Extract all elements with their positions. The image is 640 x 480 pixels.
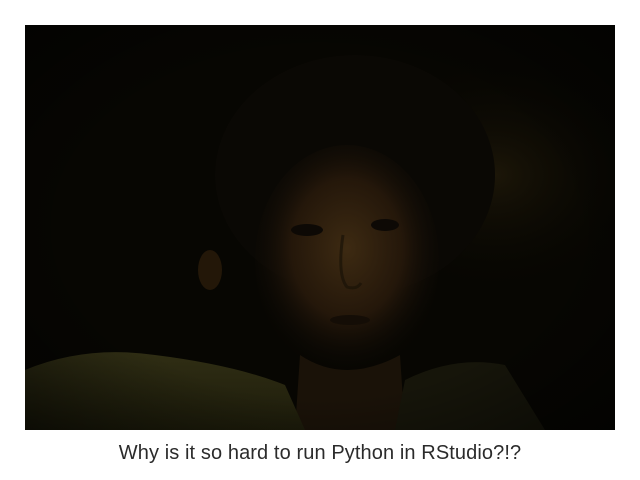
photo-caption: Why is it so hard to run Python in RStud… <box>118 442 522 464</box>
dark-webcam-photo <box>25 25 615 430</box>
photo-vignette <box>25 25 615 430</box>
